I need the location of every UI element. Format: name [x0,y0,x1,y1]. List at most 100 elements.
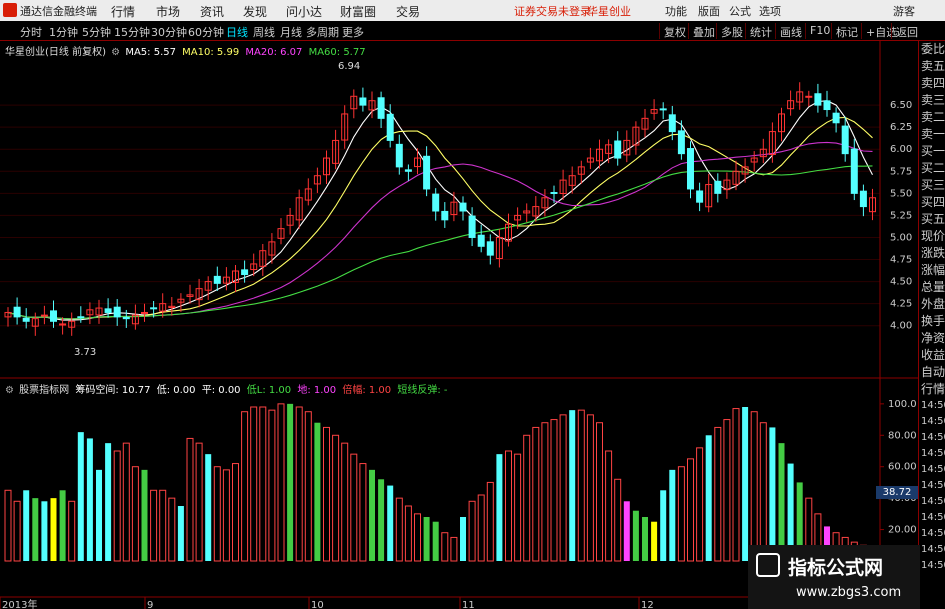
side-tab[interactable]: 卖三 [919,92,945,109]
indicator-bar [32,498,39,561]
indicator-bar [122,442,130,562]
period-monthly[interactable]: 月线 [280,24,302,40]
side-tab[interactable]: 14:50 [919,542,945,558]
menu-hangqing[interactable]: 行情 [111,3,135,20]
candle-body [823,100,831,111]
period-more[interactable]: 更多 [342,24,364,40]
side-tab[interactable]: 行情 [919,381,945,398]
side-tab[interactable]: 买四 [919,194,945,211]
candle-body [714,180,722,194]
fuquan-button[interactable]: 复权 [659,23,690,39]
side-tab[interactable]: 总量 [919,279,945,296]
candle-body [22,317,30,322]
menu-caifuquan[interactable]: 财富圈 [340,3,376,20]
menu-jiaoyi[interactable]: 交易 [396,3,420,20]
side-tab[interactable]: 买五 [919,211,945,228]
period-weekly[interactable]: 周线 [253,24,275,40]
indicator-bar [232,463,239,562]
side-tab[interactable]: 卖五 [919,58,945,75]
price-tick-label: 4.00 [890,321,912,332]
indicator-bar [441,532,449,562]
side-tab[interactable]: 外盘 [919,296,945,313]
side-tab[interactable]: 卖一 [919,126,945,143]
side-tab[interactable]: 14:50 [919,510,945,526]
indicator-bar [750,411,758,562]
side-tab[interactable]: 14:50 [919,398,945,414]
period-30min[interactable]: 30分钟 [151,24,187,40]
indicator-bar [159,489,167,562]
menu-gongshi[interactable]: 公式 [729,3,751,19]
indicator-bar [4,489,12,562]
indicator-bar [277,403,285,562]
period-1min[interactable]: 1分钟 [49,24,78,40]
side-tab[interactable]: 14:50 [919,462,945,478]
candle-body [696,190,704,203]
period-60min[interactable]: 60分钟 [188,24,224,40]
side-tab[interactable]: 买二 [919,160,945,177]
side-tab[interactable]: 14:50 [919,558,945,574]
sub-legend: ⚙ 股票指标网 筹码空间: 10.77 低: 0.00 平: 0.00 低L: … [5,381,448,396]
side-tab[interactable]: 涨幅 [919,262,945,279]
chouma-legend: 筹码空间: 10.77 [75,385,151,396]
menu-banmian[interactable]: 版面 [698,3,720,19]
huaxian-button[interactable]: 画线 [775,23,806,39]
biaoji-button[interactable]: 标记 [831,23,862,39]
period-fenshi[interactable]: 分时 [20,24,42,40]
back-button[interactable]: 返回 [891,23,922,39]
indicator-bar [705,435,712,561]
side-tab[interactable]: 14:50 [919,414,945,430]
login-warning[interactable]: 证券交易未登录 [514,3,591,19]
side-tab[interactable]: 买一 [919,143,945,160]
indicator-bar [414,513,421,562]
menu-zixun[interactable]: 资讯 [200,3,224,20]
settings-icon[interactable]: ⚙ [111,47,120,58]
kline-chart[interactable]: 6.50 6.25 6.00 5.75 5.50 5.25 5.00 4.75 4.50 4.25… [0,41,918,609]
side-tab[interactable]: 卖二 [919,109,945,126]
side-tab[interactable]: 14:50 [919,446,945,462]
side-tab[interactable]: 卖四 [919,75,945,92]
indicator-bar [241,411,249,562]
side-tab[interactable]: 14:50 [919,494,945,510]
candle-body [468,215,476,238]
guest-login[interactable]: 游客 [893,3,915,19]
side-tab[interactable]: 涨跌 [919,245,945,262]
period-daily[interactable]: 日线 [226,24,248,40]
indicator-bar [477,494,485,562]
period-multi[interactable]: 多周期 [306,24,339,40]
side-tab[interactable]: 买三 [919,177,945,194]
indicator-bar [642,517,648,561]
app-name: 通达信金融终端 [20,5,97,18]
sub-tick-label: 60.00 [888,462,917,473]
side-tab[interactable]: 14:50 [919,478,945,494]
candle-body [832,112,840,124]
candle-body [477,234,485,247]
date-tick-label: 2013年 [2,598,37,609]
sub-settings-icon[interactable]: ⚙ [5,385,14,396]
indicator-bar [605,450,613,562]
menu-gongneng[interactable]: 功能 [665,3,687,19]
period-15min[interactable]: 15分钟 [114,24,150,40]
candle-body [50,310,57,322]
side-tab[interactable]: 收益 [919,347,945,364]
side-tab[interactable]: 现价 [919,228,945,245]
diejia-button[interactable]: 叠加 [688,23,719,39]
period-5min[interactable]: 5分钟 [82,24,111,40]
side-tab[interactable]: 换手 [919,313,945,330]
side-tab[interactable]: 净资 [919,330,945,347]
menu-xuanxiang[interactable]: 选项 [759,3,781,19]
ping-legend: 平: 0.00 [201,385,241,396]
candle-body [213,275,221,284]
menu-shichang[interactable]: 市场 [156,3,180,20]
candle-body [395,143,403,168]
menu-wenxiaoda[interactable]: 问小达 [286,3,322,20]
side-tab[interactable]: 14:50 [919,526,945,542]
duogu-button[interactable]: 多股 [716,23,747,39]
indicator-bar [323,426,330,562]
tongji-button[interactable]: 统计 [745,23,776,39]
menu-faxian[interactable]: 发现 [243,3,267,20]
sub-tick-label: 100.0 [888,399,917,410]
f10-button[interactable]: F10 [805,23,834,39]
side-tab[interactable]: 14:50 [919,430,945,446]
side-tab[interactable]: 自动 [919,364,945,381]
side-tab[interactable]: 委比 [919,41,945,58]
